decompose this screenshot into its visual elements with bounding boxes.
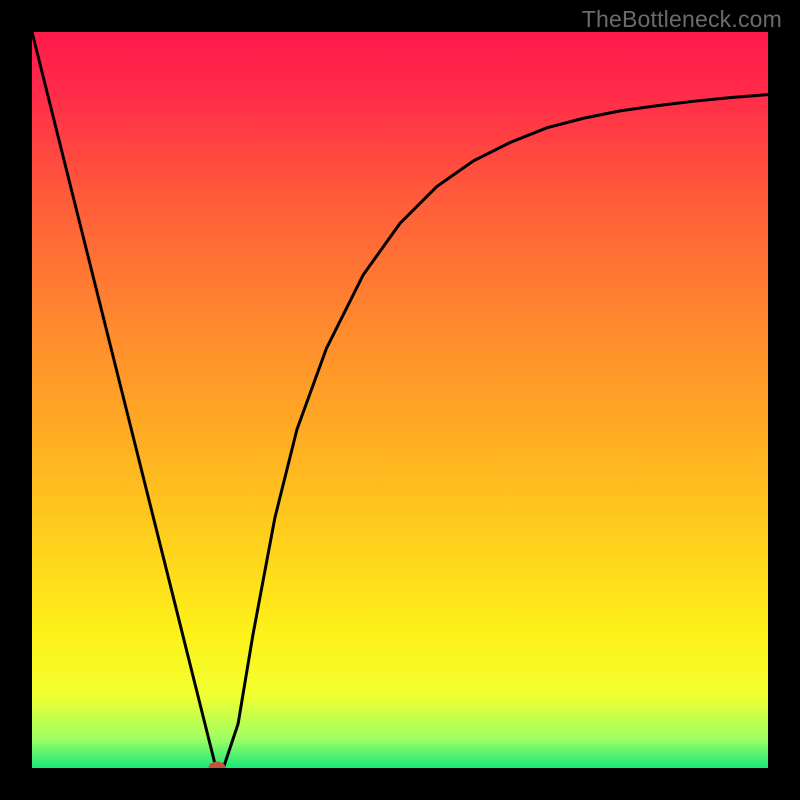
plot-area [32, 32, 768, 768]
optimum-marker [209, 762, 226, 769]
watermark-text: TheBottleneck.com [582, 6, 782, 33]
bottleneck-curve [32, 32, 768, 768]
chart-frame: TheBottleneck.com [0, 0, 800, 800]
